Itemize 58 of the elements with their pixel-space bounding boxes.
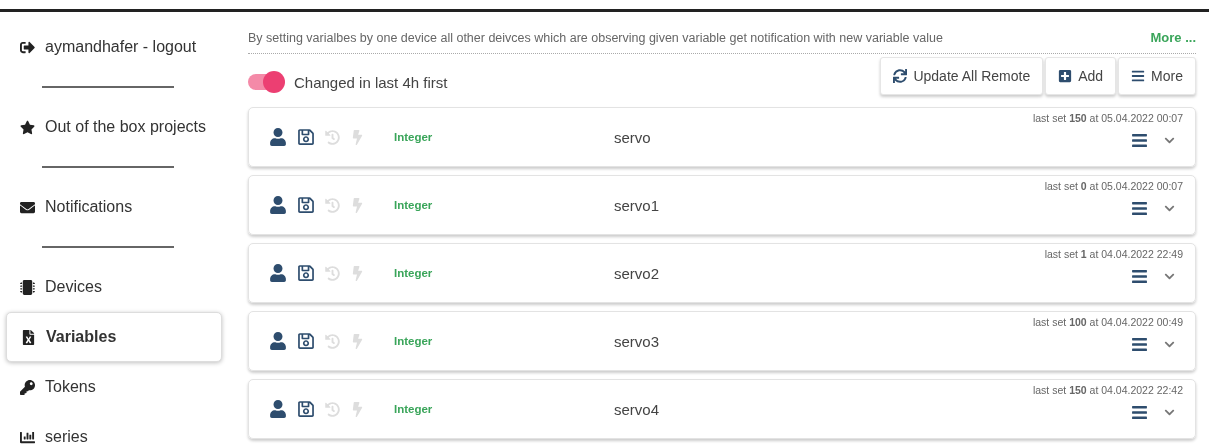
sidebar-item[interactable]: Tokens (6, 362, 222, 412)
key-icon (20, 379, 35, 395)
chip-icon (20, 279, 35, 295)
sidebar-item[interactable]: Variables (6, 312, 222, 362)
last-set-text: last set 0 at 05.04.2022 00:07 (1044, 180, 1183, 192)
menu-icon[interactable] (1131, 336, 1148, 353)
user-icon (269, 332, 287, 350)
variable-name: servo2 (614, 264, 661, 282)
chevron-down-icon[interactable] (1164, 135, 1175, 146)
toggle-label: Changed in last 4h first (294, 73, 448, 91)
type-label: Integer (394, 403, 434, 415)
logout-icon (20, 39, 35, 55)
menu-icon[interactable] (1131, 132, 1148, 149)
type-label: Integer (394, 199, 434, 211)
type-label: Integer (394, 131, 434, 143)
menu-icon[interactable] (1131, 200, 1148, 217)
user-icon (269, 400, 287, 418)
plus-icon (1058, 69, 1073, 83)
save-icon[interactable] (297, 264, 315, 282)
variable-name: servo (614, 128, 652, 146)
star-icon (20, 119, 35, 135)
sidebar-item[interactable]: aymandhafer - logout (6, 22, 222, 72)
type-label: Integer (394, 335, 434, 347)
last-set-text: last set 150 at 05.04.2022 00:07 (1032, 112, 1183, 124)
user-icon (269, 196, 287, 214)
chevron-down-icon[interactable] (1164, 339, 1175, 350)
save-icon[interactable] (297, 332, 315, 350)
type-label: Integer (394, 267, 434, 279)
variable-name: servo4 (614, 400, 661, 418)
menu-icon[interactable] (1131, 404, 1148, 421)
last-set-text: last set 150 at 04.04.2022 22:42 (1032, 384, 1183, 396)
menu-icon[interactable] (1131, 268, 1148, 285)
sidebar-item[interactable]: Out of the box projects (6, 102, 222, 152)
chevron-down-icon[interactable] (1164, 203, 1175, 214)
toggle-switch[interactable] (248, 74, 282, 90)
refresh-icon (893, 69, 908, 83)
info-text: By setting varialbes by one device all other deivces which are observing given variable get notification with new variable value (248, 30, 943, 45)
user-icon (269, 264, 287, 282)
chevron-down-icon[interactable] (1164, 407, 1175, 418)
user-icon (269, 128, 287, 146)
file-icon (21, 329, 36, 345)
save-icon[interactable] (297, 128, 315, 146)
envelope-icon (20, 199, 35, 215)
more-button[interactable]: More (1118, 57, 1196, 95)
menu-icon (1131, 69, 1146, 83)
sidebar-item[interactable]: Devices (6, 262, 222, 312)
save-icon[interactable] (297, 400, 315, 418)
update-button[interactable]: Update All Remote (880, 57, 1044, 95)
last-set-text: last set 100 at 04.04.2022 00:49 (1032, 316, 1183, 328)
save-icon[interactable] (297, 196, 315, 214)
sidebar-item[interactable]: series (6, 412, 222, 447)
add-button[interactable]: Add (1045, 57, 1117, 95)
last-set-text: last set 1 at 04.04.2022 22:49 (1044, 248, 1183, 260)
chevron-down-icon[interactable] (1164, 271, 1175, 282)
chart-icon (20, 429, 35, 445)
sidebar-item[interactable]: Notifications (6, 182, 222, 232)
variable-name: servo1 (614, 196, 661, 214)
variable-name: servo3 (614, 332, 661, 350)
